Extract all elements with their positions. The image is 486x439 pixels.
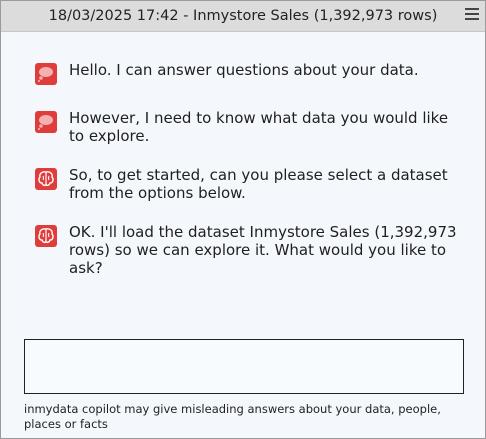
message-text: Hello. I can answer questions about your… [69, 61, 419, 79]
title-bar: 18/03/2025 17:42 - Inmystore Sales (1,39… [1, 1, 485, 32]
disclaimer-text: inmydata copilot may give misleading ans… [24, 402, 441, 431]
hamburger-menu-icon[interactable] [465, 8, 479, 23]
chat-window: 18/03/2025 17:42 - Inmystore Sales (1,39… [0, 0, 486, 439]
thought-bubble-icon [35, 111, 57, 133]
chat-input[interactable] [24, 339, 464, 394]
brain-icon [35, 225, 57, 247]
message-text: OK. I'll load the dataset Inmystore Sale… [69, 223, 457, 277]
message-text: So, to get started, can you please selec… [69, 166, 448, 202]
message-text: However, I need to know what data you wo… [69, 109, 449, 145]
brain-icon [35, 168, 57, 190]
thought-bubble-icon [35, 63, 57, 85]
window-title: 18/03/2025 17:42 - Inmystore Sales (1,39… [48, 8, 438, 24]
